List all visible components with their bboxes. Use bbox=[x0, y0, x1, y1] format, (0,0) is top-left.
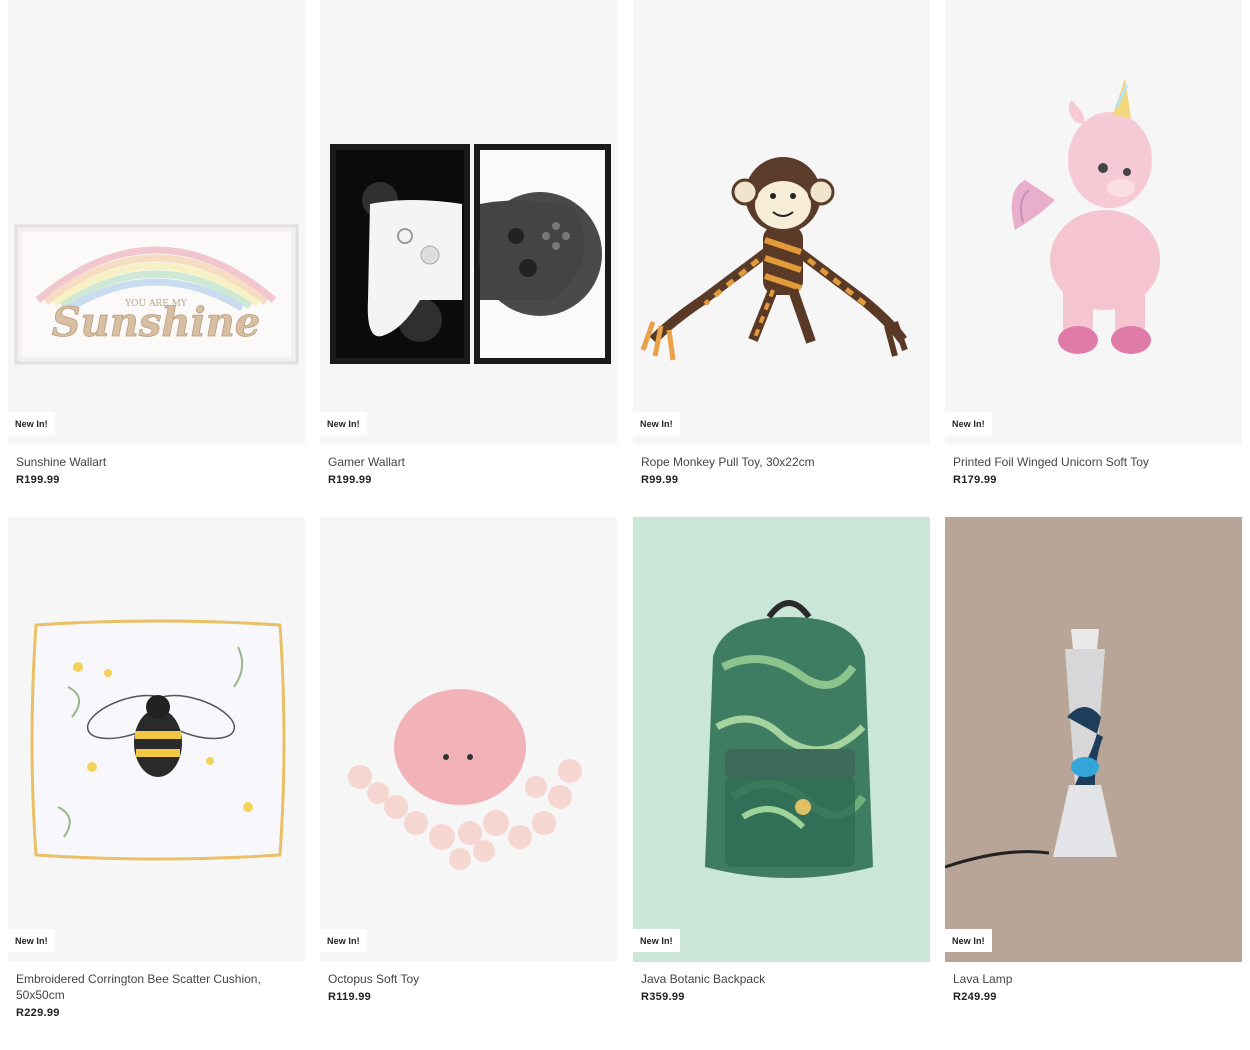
product-price: R359.99 bbox=[641, 991, 685, 1003]
product-card[interactable]: YOU ARE MY Sunshine New In! Sunshine Wal… bbox=[8, 0, 305, 486]
product-name[interactable]: Lava Lamp bbox=[953, 971, 1234, 987]
product-name[interactable]: Octopus Soft Toy bbox=[328, 971, 609, 987]
product-name[interactable]: Sunshine Wallart bbox=[16, 454, 297, 470]
product-card[interactable]: New In! Octopus Soft Toy R119.99 bbox=[320, 517, 617, 1003]
product-price: R229.99 bbox=[16, 1007, 60, 1019]
product-image[interactable]: New In! bbox=[320, 0, 617, 445]
product-price: R99.99 bbox=[641, 474, 679, 486]
product-price: R179.99 bbox=[953, 474, 997, 486]
product-price: R199.99 bbox=[328, 474, 372, 486]
new-in-badge: New In! bbox=[320, 412, 367, 435]
product-image[interactable]: New In! bbox=[633, 0, 930, 445]
octopus-soft-toy-image bbox=[348, 689, 582, 870]
product-price: R119.99 bbox=[328, 991, 372, 1003]
new-in-badge: New In! bbox=[633, 412, 680, 435]
product-card[interactable]: New In! Rope Monkey Pull Toy, 30x22cm R9… bbox=[633, 0, 930, 486]
unicorn-soft-toy-image bbox=[1011, 78, 1160, 354]
product-price: R249.99 bbox=[953, 991, 997, 1003]
svg-text:Sunshine: Sunshine bbox=[52, 299, 260, 346]
product-card[interactable]: New In! Lava Lamp R249.99 bbox=[945, 517, 1242, 1003]
product-card[interactable]: New In! Gamer Wallart R199.99 bbox=[320, 0, 617, 486]
new-in-badge: New In! bbox=[633, 929, 680, 952]
product-price: R199.99 bbox=[16, 474, 60, 486]
product-image[interactable]: YOU ARE MY Sunshine New In! bbox=[8, 0, 305, 445]
product-image[interactable]: New In! bbox=[945, 517, 1242, 962]
product-name[interactable]: Gamer Wallart bbox=[328, 454, 609, 470]
product-name[interactable]: Embroidered Corrington Bee Scatter Cushi… bbox=[16, 971, 297, 1003]
sunshine-wallart-image: YOU ARE MY Sunshine bbox=[14, 224, 299, 365]
lava-lamp-image bbox=[945, 629, 1117, 869]
product-name[interactable]: Rope Monkey Pull Toy, 30x22cm bbox=[641, 454, 922, 470]
new-in-badge: New In! bbox=[945, 412, 992, 435]
new-in-badge: New In! bbox=[320, 929, 367, 952]
bee-cushion-image bbox=[30, 619, 286, 861]
product-grid: YOU ARE MY Sunshine New In! Sunshine Wal… bbox=[0, 0, 1250, 1050]
new-in-badge: New In! bbox=[8, 929, 55, 952]
new-in-badge: New In! bbox=[8, 412, 55, 435]
product-card[interactable]: New In! Printed Foil Winged Unicorn Soft… bbox=[945, 0, 1242, 486]
product-image[interactable]: New In! bbox=[945, 0, 1242, 445]
product-card[interactable]: New In! Java Botanic Backpack R359.99 bbox=[633, 517, 930, 1003]
product-image[interactable]: New In! bbox=[633, 517, 930, 962]
rope-monkey-image bbox=[640, 157, 908, 361]
gamer-wallart-image bbox=[330, 144, 611, 364]
product-card[interactable]: New In! Embroidered Corrington Bee Scatt… bbox=[8, 517, 305, 1019]
new-in-badge: New In! bbox=[945, 929, 992, 952]
product-name[interactable]: Printed Foil Winged Unicorn Soft Toy bbox=[953, 454, 1234, 470]
product-image[interactable]: New In! bbox=[8, 517, 305, 962]
product-image[interactable]: New In! bbox=[320, 517, 617, 962]
backpack-image bbox=[705, 600, 873, 878]
product-name[interactable]: Java Botanic Backpack bbox=[641, 971, 922, 987]
